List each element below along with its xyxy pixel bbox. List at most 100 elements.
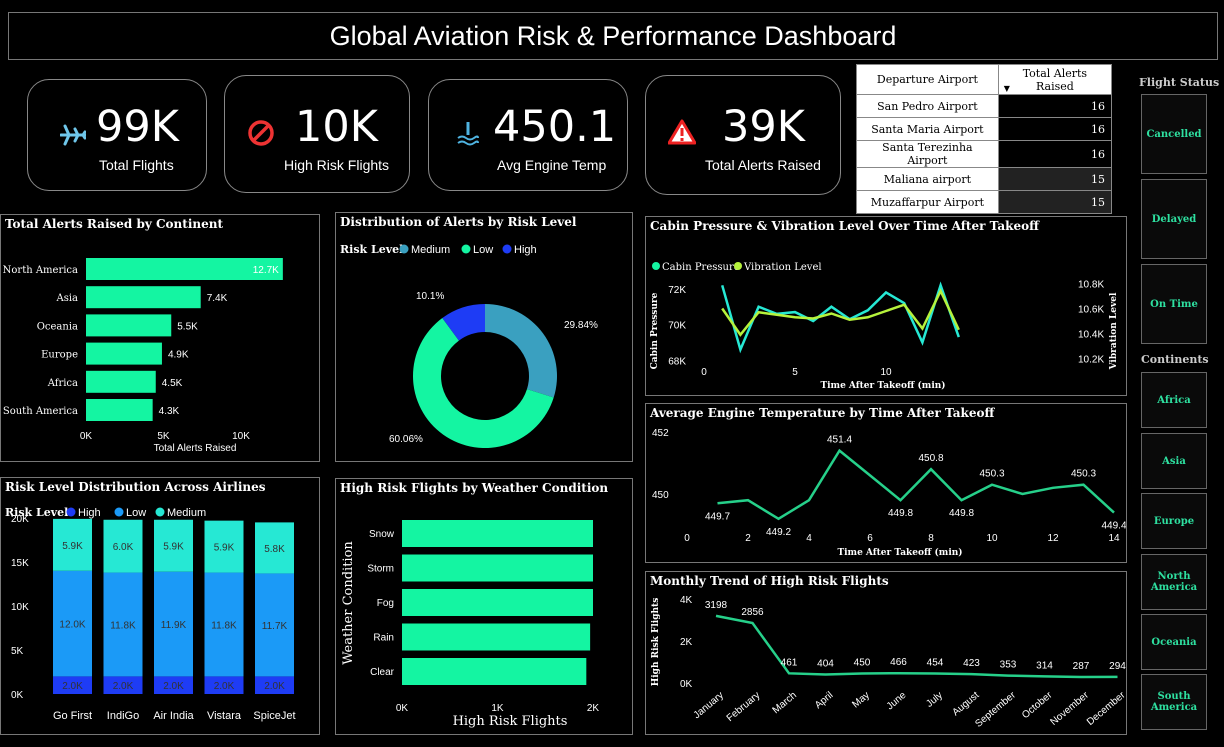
- category-label: IndiGo: [107, 710, 139, 722]
- column-header-airport[interactable]: Departure Airport: [856, 64, 999, 95]
- slicer-item-on-time[interactable]: On Time: [1141, 264, 1207, 344]
- tick-label: 10K: [11, 602, 29, 613]
- axis-label: Cabin Pressure: [650, 292, 660, 369]
- legend-marker: [734, 262, 742, 270]
- data-label: 314: [1036, 660, 1053, 671]
- data-label: 466: [890, 657, 907, 668]
- category-label: Go First: [53, 710, 92, 722]
- data-label: 2.0K: [163, 681, 184, 692]
- tick-label: 68K: [668, 356, 686, 367]
- category-label: March: [771, 690, 799, 716]
- tick-label: 2: [745, 533, 751, 544]
- category-label: April: [813, 690, 835, 711]
- tick-label: 2K: [587, 703, 600, 714]
- kpi-value: 10K: [295, 102, 378, 152]
- tick-label: 0K: [680, 679, 693, 690]
- kpi-label: Total Alerts Raised: [705, 157, 821, 173]
- slicer-item-south-america[interactable]: South America: [1141, 674, 1207, 730]
- slicer-item-europe[interactable]: Europe: [1141, 493, 1207, 549]
- kpi-label: Avg Engine Temp: [497, 157, 607, 173]
- tick-label: 452: [652, 428, 669, 439]
- tick-label: 15K: [11, 558, 29, 569]
- kpi-card-total-alerts[interactable]: 39K Total Alerts Raised: [645, 75, 841, 195]
- data-label: 451.4: [827, 435, 852, 446]
- data-label: 7.4K: [207, 293, 228, 304]
- table-row[interactable]: Santa Terezinha Airport 16: [856, 140, 1113, 168]
- category-label: July: [924, 690, 945, 710]
- tick-label: 0K: [80, 431, 93, 442]
- data-label: 449.2: [766, 527, 791, 538]
- data-label: 461: [781, 657, 798, 668]
- chart-title: Total Alerts Raised by Continent: [5, 217, 224, 231]
- category-label: SpiceJet: [253, 710, 295, 722]
- legend-label: Low: [473, 244, 493, 256]
- category-label: October: [1020, 689, 1055, 721]
- table-row[interactable]: Muzaffarpur Airport 15: [856, 190, 1113, 214]
- axis-label: Time After Takeoff (min): [820, 380, 945, 391]
- kpi-card-high-risk-flights[interactable]: 10K High Risk Flights: [224, 75, 410, 193]
- data-label: 287: [1073, 661, 1090, 672]
- airport-name: Santa Terezinha Airport: [856, 140, 999, 168]
- category-label: January: [692, 690, 726, 721]
- slicer-item-oceania[interactable]: Oceania: [1141, 614, 1207, 670]
- column-header-label: Total Alerts Raised: [1022, 66, 1088, 93]
- category-label: Storm: [367, 564, 394, 575]
- category-label: Oceania: [37, 321, 78, 332]
- category-label: Snow: [369, 529, 395, 540]
- kpi-card-total-flights[interactable]: 99K Total Flights: [27, 79, 207, 191]
- alerts-by-risk-panel: Distribution of Alerts by Risk Level Ris…: [335, 212, 633, 462]
- high-risk-weather-panel: High Risk Flights by Weather Condition S…: [335, 478, 633, 735]
- category-label: December: [1085, 689, 1126, 728]
- category-label: North America: [3, 265, 78, 276]
- alerts-by-continent-panel: Total Alerts Raised by Continent North A…: [0, 214, 320, 462]
- high-risk-weather-chart: Snow Storm Fog Rain Clear 0K 1K 2K High Risk Fli…: [341, 520, 600, 729]
- axis-label: Weather Condition: [341, 541, 356, 665]
- data-label: 450.3: [979, 469, 1004, 480]
- table-row[interactable]: Maliana airport 15: [856, 167, 1113, 191]
- axis-label: Vibration Level: [1109, 292, 1119, 370]
- column-header-alerts[interactable]: Total Alerts Raised ▼: [997, 64, 1113, 95]
- warning-icon: [668, 119, 696, 145]
- legend-marker: [399, 244, 409, 254]
- alert-count: 15: [997, 167, 1113, 191]
- airplane-icon: [60, 124, 86, 146]
- kpi-card-avg-engine-temp[interactable]: 450.1 Avg Engine Temp: [428, 79, 628, 191]
- category-label: Fog: [377, 598, 394, 609]
- alert-count: 16: [997, 117, 1113, 141]
- data-label: 11.7K: [262, 621, 288, 632]
- tick-label: 0K: [396, 703, 409, 714]
- legend-marker: [502, 244, 512, 254]
- table-row[interactable]: San Pedro Airport 16: [856, 94, 1113, 118]
- bar: [86, 314, 172, 337]
- data-label: 2.0K: [214, 681, 235, 692]
- category-label: Africa: [47, 378, 78, 389]
- tick-label: 0: [701, 367, 707, 378]
- category-label: Clear: [370, 667, 395, 678]
- bar: [402, 589, 593, 616]
- tick-label: 5K: [11, 646, 24, 657]
- legend-label: Low: [126, 507, 146, 519]
- data-label: 6.0K: [113, 542, 134, 553]
- bar: [86, 399, 153, 421]
- data-label: 11.9K: [161, 620, 187, 631]
- slicer-item-asia[interactable]: Asia: [1141, 433, 1207, 489]
- tick-label: 10.4K: [1078, 330, 1104, 341]
- dashboard-title: Global Aviation Risk & Performance Dashb…: [8, 12, 1218, 60]
- engine-temp-panel: Average Engine Temperature by Time After…: [645, 403, 1127, 563]
- slicer-item-africa[interactable]: Africa: [1141, 372, 1207, 428]
- slicer-item-north-america[interactable]: North America: [1141, 554, 1207, 610]
- alert-count: 16: [997, 94, 1113, 118]
- slicer-item-cancelled[interactable]: Cancelled: [1141, 94, 1207, 174]
- data-label: 450.8: [918, 453, 943, 464]
- slice-label: 10.1%: [416, 291, 444, 302]
- table-row[interactable]: Santa Maria Airport 16: [856, 117, 1113, 141]
- slicer-item-delayed[interactable]: Delayed: [1141, 179, 1207, 259]
- risk-by-airline-chart: Risk Level High Low Medium0K5K10K15K20K2.0K…: [5, 506, 296, 722]
- legend-label: High: [78, 507, 101, 519]
- data-label: 423: [963, 658, 980, 669]
- kpi-value: 450.1: [493, 102, 617, 152]
- kpi-label: Total Flights: [99, 157, 174, 173]
- legend-marker: [461, 244, 471, 254]
- tick-label: 10: [880, 367, 892, 378]
- bar: [86, 342, 162, 365]
